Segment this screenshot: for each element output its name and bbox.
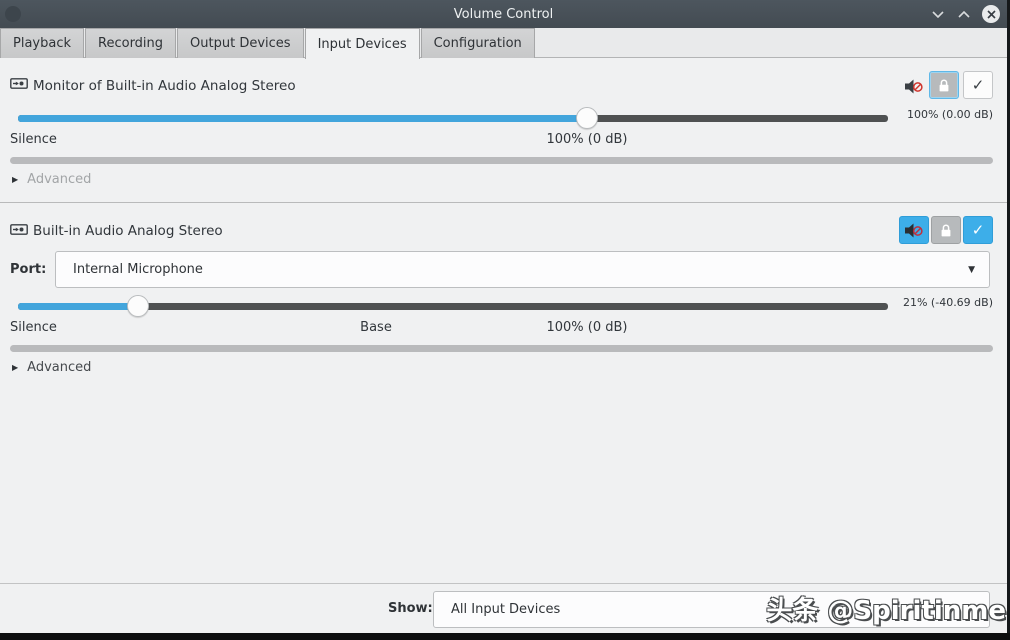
chevron-up-icon [958,10,970,18]
mark-base: Base [360,320,392,335]
lock-channels-button[interactable] [931,216,961,244]
muted-speaker-icon [905,79,923,93]
maximize-button[interactable] [951,0,977,28]
port-dropdown[interactable]: Internal Microphone ▼ [55,251,990,288]
mute-toggle[interactable] [899,216,929,244]
volume-control-window: Volume Control Playback Recording Output… [0,0,1007,633]
audio-input-device-icon [10,78,28,89]
desktop-edge-bottom [0,633,1010,640]
device-name: Built-in Audio Analog Stereo [33,223,223,239]
volume-slider[interactable] [18,107,888,129]
advanced-expander[interactable]: ▶ Advanced [12,172,91,187]
titlebar: Volume Control [0,0,1007,28]
checkmark-icon: ✓ [971,221,985,239]
tab-recording[interactable]: Recording [85,28,177,58]
lock-icon [939,79,949,91]
lock-channels-button[interactable] [929,71,959,99]
set-fallback-button[interactable]: ✓ [963,71,993,99]
chevron-down-icon [932,10,944,18]
watermark: 头条 @Spiritinme [766,596,1006,626]
volume-readout: 100% (0.00 dB) [906,108,993,121]
close-button[interactable] [981,0,1001,28]
tab-bar: Playback Recording Output Devices Input … [0,28,1007,59]
input-devices-panel: Monitor of Built-in Audio Analog Stereo … [0,58,1007,583]
slider-handle[interactable] [127,295,150,317]
volume-readout: 21% (-40.69 dB) [902,296,993,309]
set-fallback-button[interactable]: ✓ [963,216,993,244]
window-title: Volume Control [453,6,554,22]
minimize-button[interactable] [925,0,951,28]
advanced-expander[interactable]: ▶ Advanced [12,360,91,375]
mute-toggle[interactable] [903,76,925,96]
tab-output-devices[interactable]: Output Devices [177,28,304,58]
device-name: Monitor of Built-in Audio Analog Stereo [33,78,296,94]
lock-icon [941,224,951,236]
show-label: Show: [388,601,433,616]
slider-fill [18,303,139,310]
slider-fill [18,115,587,122]
mark-100-percent: 100% (0 dB) [546,320,628,335]
expander-triangle-icon: ▶ [12,363,19,372]
expander-triangle-icon: ▶ [12,175,19,184]
port-label: Port: [10,262,47,277]
peak-level-meter [10,157,993,164]
muted-speaker-icon [905,223,923,237]
tab-configuration[interactable]: Configuration [420,28,535,58]
audio-input-device-icon [10,224,28,235]
tab-input-devices[interactable]: Input Devices [304,28,420,59]
dropdown-arrow-icon: ▼ [968,264,975,275]
volume-slider[interactable] [18,295,888,317]
tab-playback[interactable]: Playback [0,28,85,58]
mark-silence: Silence [10,320,57,335]
peak-level-meter [10,345,993,352]
slider-handle[interactable] [575,107,598,129]
mark-silence: Silence [10,132,57,147]
mark-100-percent: 100% (0 dB) [546,132,628,147]
device-separator [0,202,1007,203]
checkmark-icon: ✓ [971,76,985,94]
close-icon [986,9,996,19]
